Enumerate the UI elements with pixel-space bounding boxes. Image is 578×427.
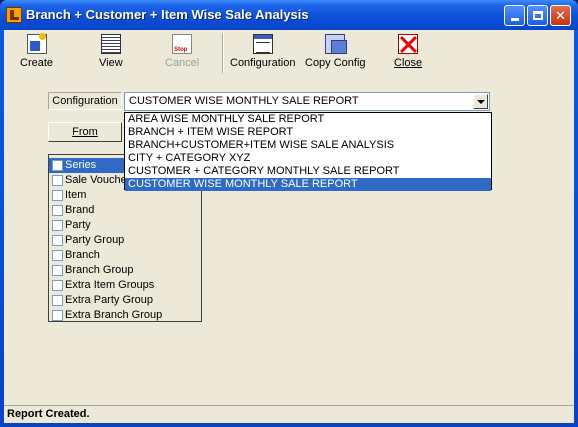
view-button[interactable]: View bbox=[99, 34, 123, 74]
toolbar-separator bbox=[222, 33, 224, 73]
field-item-party-group[interactable]: Party Group bbox=[49, 233, 201, 248]
minimize-icon bbox=[510, 18, 519, 21]
from-label: From bbox=[72, 126, 98, 138]
close-label: Close bbox=[394, 57, 423, 69]
configuration-selected-value: CUSTOMER WISE MONTHLY SALE REPORT bbox=[129, 95, 359, 107]
checkbox[interactable] bbox=[52, 175, 63, 186]
field-item-extra-item-groups[interactable]: Extra Item Groups bbox=[49, 278, 201, 293]
field-label: Extra Item Groups bbox=[65, 279, 155, 291]
status-bar: Report Created. bbox=[4, 405, 574, 423]
checkbox[interactable] bbox=[52, 280, 63, 291]
configuration-field-label: Configuration bbox=[48, 92, 122, 110]
checkbox[interactable] bbox=[52, 220, 63, 231]
configuration-dropdown-list: AREA WISE MONTHLY SALE REPORT BRANCH + I… bbox=[124, 112, 492, 191]
copy-config-label: Copy Config bbox=[305, 57, 366, 69]
stop-icon bbox=[172, 34, 193, 54]
view-label: View bbox=[99, 57, 123, 69]
dropdown-option[interactable]: BRANCH + ITEM WISE REPORT bbox=[125, 126, 491, 139]
field-label: Sale Voucher bbox=[65, 174, 131, 186]
close-icon: ✕ bbox=[555, 7, 566, 23]
create-icon bbox=[26, 33, 47, 54]
field-label: Item bbox=[65, 189, 87, 201]
close-window-button[interactable]: ✕ bbox=[550, 5, 571, 26]
field-label: Branch bbox=[65, 249, 100, 261]
title-bar[interactable]: Branch + Customer + Item Wise Sale Analy… bbox=[0, 0, 578, 30]
field-label: Party Group bbox=[65, 234, 125, 246]
minimize-button[interactable] bbox=[504, 5, 525, 26]
checkbox[interactable] bbox=[52, 295, 63, 306]
checkbox[interactable] bbox=[52, 250, 63, 261]
configuration-label: Configuration bbox=[230, 57, 296, 69]
window-title: Branch + Customer + Item Wise Sale Analy… bbox=[26, 7, 309, 22]
create-label: Create bbox=[20, 57, 54, 69]
close-button[interactable]: Close bbox=[394, 34, 422, 74]
field-label: Series bbox=[65, 159, 97, 171]
maximize-icon bbox=[532, 11, 543, 20]
copy-config-button[interactable]: Copy Config bbox=[305, 34, 366, 74]
create-button[interactable]: Create bbox=[20, 33, 54, 74]
checkbox[interactable] bbox=[52, 160, 63, 171]
field-item-extra-branch-group[interactable]: Extra Branch Group bbox=[49, 308, 201, 321]
field-item-extra-party-group[interactable]: Extra Party Group bbox=[49, 293, 201, 308]
field-label: Extra Party Group bbox=[65, 294, 154, 306]
field-label: Party bbox=[65, 219, 91, 231]
checkbox[interactable] bbox=[52, 265, 63, 276]
app-icon bbox=[6, 7, 22, 23]
field-label: Branch Group bbox=[65, 264, 134, 276]
checkbox[interactable] bbox=[52, 235, 63, 246]
checkbox[interactable] bbox=[52, 205, 63, 216]
field-item-party[interactable]: Party bbox=[49, 218, 201, 233]
configuration-combobox[interactable]: CUSTOMER WISE MONTHLY SALE REPORT bbox=[124, 92, 490, 111]
cancel-label: Cancel bbox=[165, 57, 200, 69]
configuration-button[interactable]: Configuration bbox=[230, 34, 295, 74]
dropdown-option-selected[interactable]: CUSTOMER WISE MONTHLY SALE REPORT bbox=[125, 178, 491, 191]
cancel-button[interactable]: Cancel bbox=[165, 34, 199, 74]
maximize-button[interactable] bbox=[527, 5, 548, 26]
main-window: Branch + Customer + Item Wise Sale Analy… bbox=[0, 0, 578, 427]
field-label: Brand bbox=[65, 204, 95, 216]
configuration-icon bbox=[252, 34, 273, 54]
dropdown-option[interactable]: BRANCH+CUSTOMER+ITEM WISE SALE ANALYSIS bbox=[125, 139, 491, 152]
checkbox[interactable] bbox=[52, 190, 63, 201]
dropdown-option[interactable]: CUSTOMER + CATEGORY MONTHLY SALE REPORT bbox=[125, 165, 491, 178]
view-icon bbox=[100, 34, 121, 54]
field-item-brand[interactable]: Brand bbox=[49, 203, 201, 218]
field-item-branch-group[interactable]: Branch Group bbox=[49, 263, 201, 278]
field-item-branch[interactable]: Branch bbox=[49, 248, 201, 263]
field-label: Extra Branch Group bbox=[65, 309, 163, 321]
toolbar: Create View Cancel Configuration Copy Co… bbox=[4, 30, 574, 76]
client-area: Create View Cancel Configuration Copy Co… bbox=[4, 30, 574, 423]
checkbox[interactable] bbox=[52, 310, 63, 321]
dropdown-option[interactable]: CITY + CATEGORY XYZ bbox=[125, 152, 491, 165]
from-button[interactable]: From bbox=[48, 122, 122, 142]
copy-config-icon bbox=[325, 34, 348, 54]
dropdown-option[interactable]: AREA WISE MONTHLY SALE REPORT bbox=[125, 113, 491, 126]
chevron-down-icon[interactable] bbox=[473, 94, 488, 109]
close-icon bbox=[398, 34, 419, 54]
